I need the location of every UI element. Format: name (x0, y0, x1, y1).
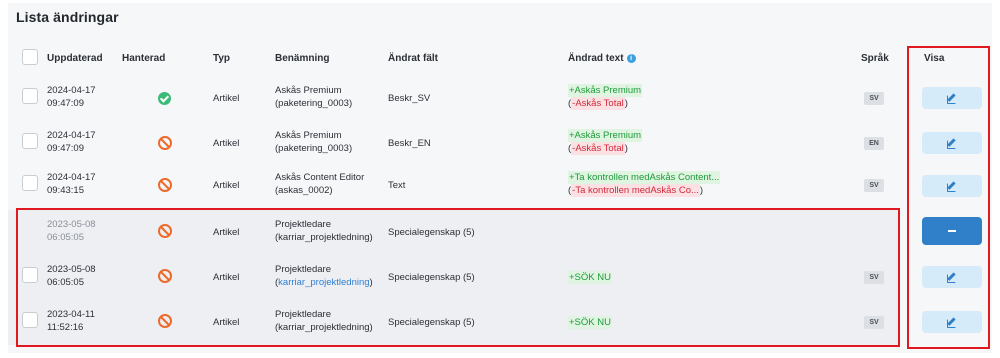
diff-removed: -Askås Total (571, 142, 625, 155)
diff-added: +Askås Premium (568, 84, 643, 97)
table-row: 2024-04-17 09:43:15 Artikel Askås Content… (8, 163, 898, 208)
diff-added: +Askås Premium (568, 129, 643, 142)
row-field: Beskr_SV (388, 93, 431, 104)
row-name: Askås Premium (paketering_0003) (275, 85, 353, 109)
table-row: 2024-04-17 09:47:09 Artikel Askås Premium… (8, 76, 898, 121)
page-title: Lista ändringar (16, 9, 119, 25)
column-header-language[interactable]: Språk (861, 53, 889, 64)
row-date: 2024-04-17 09:47:09 (47, 130, 96, 154)
highlight-view-column-outline (907, 46, 990, 349)
column-header-changed-text[interactable]: Ändrad text i (568, 53, 636, 64)
row-changed-text: +Ta kontrollen medAskås Content... (-Ta k… (568, 171, 721, 197)
language-badge: SV (864, 92, 884, 105)
diff-added: +Ta kontrollen medAskås Content... (568, 171, 721, 184)
row-date: 2024-04-17 09:47:09 (47, 85, 96, 109)
row-type: Artikel (213, 138, 240, 149)
changed-text-label: Ändrad text (568, 53, 624, 64)
row-type: Artikel (213, 180, 240, 191)
handled-check-icon (158, 92, 171, 105)
language-badge: SV (864, 179, 884, 192)
row-name: Askås Content Editor (askas_0002) (275, 172, 365, 196)
highlight-rows-outline (16, 208, 900, 347)
row-name: Askås Premium (paketering_0003) (275, 130, 353, 154)
row-date: 2024-04-17 09:43:15 (47, 172, 96, 196)
column-header-name[interactable]: Benämning (275, 53, 329, 64)
not-handled-icon (158, 136, 172, 150)
row-field: Beskr_EN (388, 138, 431, 149)
row-checkbox[interactable] (22, 88, 38, 104)
column-header-changed-field[interactable]: Ändrat fält (388, 53, 438, 64)
select-all-checkbox[interactable] (22, 49, 38, 65)
diff-removed: -Askås Total (571, 97, 625, 110)
row-type: Artikel (213, 93, 240, 104)
column-header-handled[interactable]: Hanterad (122, 53, 165, 64)
row-changed-text: +Askås Premium (-Askås Total) (568, 84, 643, 110)
info-icon[interactable]: i (626, 54, 636, 63)
diff-removed: -Ta kontrollen medAskås Co... (571, 184, 700, 197)
row-changed-text: +Askås Premium (-Askås Total) (568, 129, 643, 155)
table-row: 2024-04-17 09:47:09 Artikel Askås Premium… (8, 121, 898, 166)
language-badge: EN (864, 137, 884, 150)
column-header-type[interactable]: Typ (213, 53, 230, 64)
row-checkbox[interactable] (22, 175, 38, 191)
table-header: Uppdaterad Hanterad Typ Benämning Ändrat… (8, 46, 992, 73)
row-field: Text (388, 180, 406, 191)
row-checkbox[interactable] (22, 133, 38, 149)
column-header-updated[interactable]: Uppdaterad (47, 53, 103, 64)
not-handled-icon (158, 178, 172, 192)
